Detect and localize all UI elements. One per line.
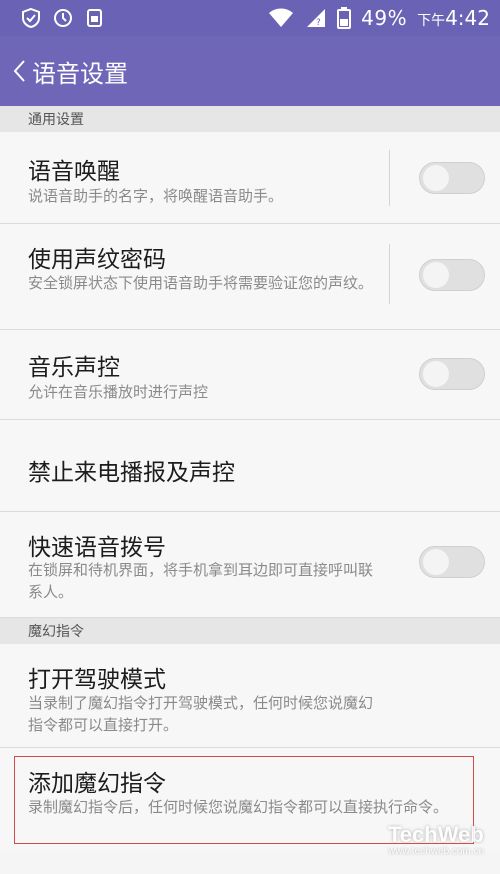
- battery-percent: 49%: [361, 6, 408, 30]
- divider: [389, 150, 390, 206]
- toggle-voiceprint-password[interactable]: [419, 259, 485, 291]
- clock-time: 4:42: [445, 6, 490, 30]
- clock-period: 下午: [417, 13, 446, 29]
- section-header-magic: 魔幻指令: [0, 618, 500, 644]
- setting-title: 快速语音拨号: [28, 535, 166, 561]
- setting-subtitle: 当录制了魔幻指令打开驾驶模式，任何时候您说魔幻指令都可以直接打开。: [28, 694, 374, 734]
- sync-icon: [52, 7, 74, 29]
- back-button[interactable]: [8, 51, 30, 91]
- app-bar: 语音设置: [0, 36, 500, 106]
- setting-voice-wakeup[interactable]: 语音唤醒 说语音助手的名字，将唤醒语音助手。: [0, 132, 500, 224]
- toggle-music-voice-control[interactable]: [419, 358, 485, 390]
- setting-music-voice-control[interactable]: 音乐声控 允许在音乐播放时进行声控: [0, 330, 500, 420]
- setting-title: 音乐声控: [28, 355, 120, 381]
- chevron-left-icon: [13, 60, 25, 82]
- section-header-general: 通用设置: [0, 106, 500, 132]
- setting-subtitle: 允许在音乐播放时进行声控: [28, 383, 209, 401]
- setting-quick-voice-dial[interactable]: 快速语音拨号 在锁屏和待机界面，将手机拿到耳边即可直接呼叫联系人。: [0, 512, 500, 618]
- status-bar: ? 49% 下午4:42: [0, 0, 500, 36]
- divider: [389, 244, 390, 304]
- battery-icon: [337, 7, 352, 29]
- signal-icon: ?: [305, 7, 327, 29]
- setting-title: 打开驾驶模式: [28, 667, 166, 693]
- setting-title: 禁止来电播报及声控: [28, 460, 235, 486]
- page-title: 语音设置: [32, 59, 128, 88]
- setting-subtitle: 在锁屏和待机界面，将手机拿到耳边即可直接呼叫联系人。: [28, 561, 374, 601]
- wifi-icon: [267, 7, 295, 29]
- clock: 下午4:42: [417, 6, 490, 30]
- setting-driving-mode[interactable]: 打开驾驶模式 当录制了魔幻指令打开驾驶模式，任何时候您说魔幻指令都可以直接打开。: [0, 644, 500, 748]
- toggle-voice-wakeup[interactable]: [419, 162, 485, 194]
- toggle-quick-voice-dial[interactable]: [419, 546, 485, 578]
- shield-icon: [20, 7, 42, 29]
- setting-title: 使用声纹密码: [28, 247, 166, 273]
- setting-disable-call-announce[interactable]: 禁止来电播报及声控: [0, 420, 500, 512]
- setting-voiceprint-password[interactable]: 使用声纹密码 安全锁屏状态下使用语音助手将需要验证您的声纹。: [0, 224, 500, 330]
- svg-text:?: ?: [316, 18, 321, 28]
- watermark: TechWeb www.techweb.com.cn: [388, 822, 496, 868]
- setting-subtitle: 安全锁屏状态下使用语音助手将需要验证您的声纹。: [28, 274, 374, 292]
- watermark-url: www.techweb.com.cn: [388, 846, 485, 857]
- watermark-brand: TechWeb: [388, 822, 484, 847]
- setting-subtitle: 说语音助手的名字，将唤醒语音助手。: [28, 187, 284, 205]
- sim-icon: [84, 7, 106, 29]
- setting-title: 语音唤醒: [28, 159, 120, 185]
